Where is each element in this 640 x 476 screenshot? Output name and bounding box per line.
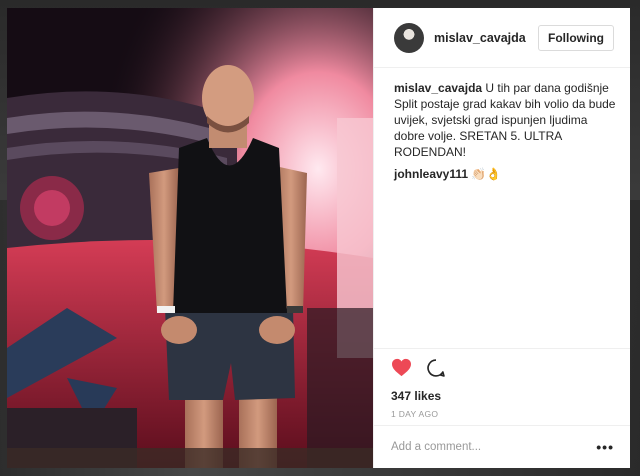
add-comment-row: Add a comment... ••• <box>374 425 630 468</box>
post-modal: mislav_cavajda Following mislav_cavajda … <box>7 8 630 468</box>
add-comment-input[interactable]: Add a comment... <box>391 441 596 453</box>
action-icons <box>391 357 614 383</box>
post-sidebar: mislav_cavajda Following mislav_cavajda … <box>373 8 630 468</box>
comment-bubble-icon[interactable] <box>426 358 446 383</box>
likes-count[interactable]: 347 likes <box>391 389 614 403</box>
username-link[interactable]: mislav_cavajda <box>434 31 538 45</box>
heart-icon[interactable] <box>391 358 412 382</box>
comment-author-link[interactable]: johnleavy111 <box>394 167 468 181</box>
festival-photo-illustration <box>7 8 373 468</box>
comment-item: johnleavy111 👏🏻👌 <box>394 166 616 182</box>
post-photo <box>7 8 373 468</box>
caption: mislav_cavajda U tih par dana godišnje S… <box>394 80 616 160</box>
caption-author-link[interactable]: mislav_cavajda <box>394 81 482 95</box>
comments-section: mislav_cavajda U tih par dana godišnje S… <box>374 68 630 348</box>
avatar[interactable] <box>394 22 424 53</box>
post-header: mislav_cavajda Following <box>374 8 630 68</box>
more-options-icon[interactable]: ••• <box>596 439 614 455</box>
post-date[interactable]: 1 DAY AGO <box>391 409 614 419</box>
following-button[interactable]: Following <box>538 24 614 51</box>
post-actions: 347 likes 1 DAY AGO <box>374 348 630 425</box>
comment-text: 👏🏻👌 <box>471 167 502 181</box>
